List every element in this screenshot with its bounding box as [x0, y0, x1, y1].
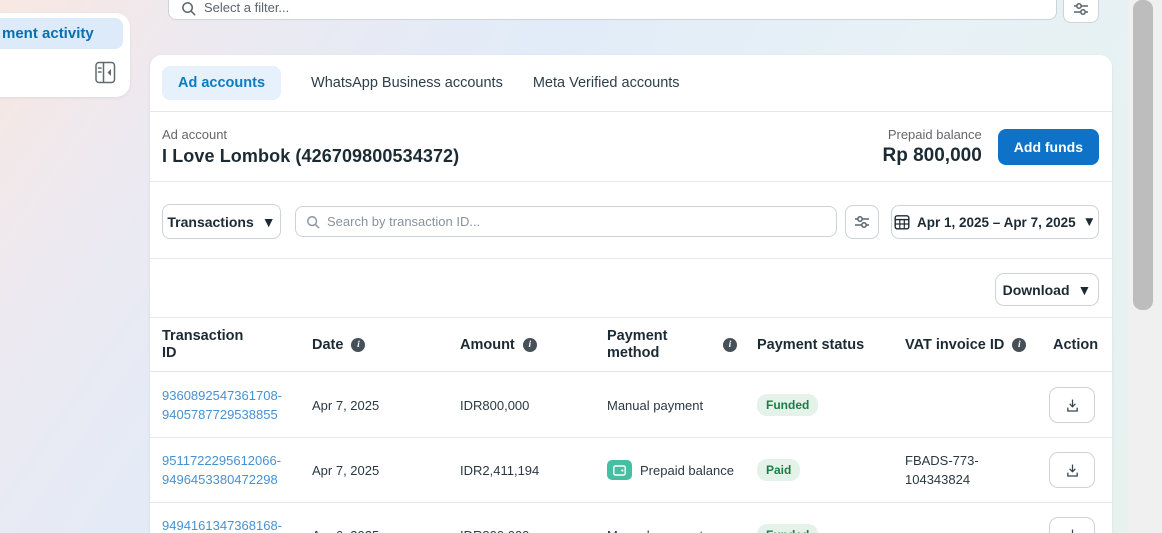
table-toolbar: Download ▼: [150, 260, 1112, 318]
tab-whatsapp-business-accounts[interactable]: WhatsApp Business accounts: [311, 75, 503, 91]
column-header-payment-method: Payment methodi: [607, 328, 757, 362]
status-badge: Funded: [757, 394, 818, 416]
ad-account-name: I Love Lombok (426709800534372): [162, 146, 459, 167]
search-icon: [181, 1, 196, 16]
column-header-date: Datei: [312, 337, 460, 354]
date-range-label: Apr 1, 2025 – Apr 7, 2025: [917, 215, 1076, 230]
transaction-date: Apr 7, 2025: [312, 463, 460, 478]
add-funds-button[interactable]: Add funds: [998, 129, 1099, 165]
payment-status: Paid: [757, 459, 905, 481]
prepaid-balance-icon: [607, 460, 632, 480]
account-type-tabs: Ad accounts WhatsApp Business accounts M…: [150, 55, 1112, 112]
prepaid-balance-value: Rp 800,000: [882, 145, 981, 167]
scrollbar-thumb[interactable]: [1133, 0, 1153, 310]
transaction-amount: IDR800,000: [460, 398, 607, 413]
download-icon: [1064, 527, 1081, 533]
status-badge: Paid: [757, 459, 800, 481]
chevron-down-icon: ▼: [1083, 215, 1096, 229]
transaction-date: Apr 7, 2025: [312, 398, 460, 413]
download-icon: [1064, 397, 1081, 414]
chevron-down-icon: ▼: [1078, 283, 1092, 297]
transaction-amount: IDR2,411,194: [460, 463, 607, 478]
tab-ad-accounts[interactable]: Ad accounts: [162, 66, 281, 100]
info-icon[interactable]: i: [1012, 338, 1026, 352]
info-icon[interactable]: i: [723, 338, 737, 352]
sidebar-item-payment-activity[interactable]: ment activity: [0, 18, 123, 49]
transaction-search-box[interactable]: [295, 206, 837, 237]
date-range-picker[interactable]: Apr 1, 2025 – Apr 7, 2025 ▼: [891, 205, 1099, 239]
sliders-icon: [1073, 2, 1089, 16]
download-invoice-button[interactable]: [1049, 452, 1095, 488]
column-header-payment-status: Payment status: [757, 337, 905, 354]
table-row: 9511722295612066- 9496453380472298 Apr 7…: [150, 438, 1112, 503]
payment-status: Funded: [757, 394, 905, 416]
download-icon: [1064, 462, 1081, 479]
table-header-row: Transaction ID Datei Amounti Payment met…: [150, 319, 1112, 372]
payment-method: Manual payment: [607, 398, 757, 413]
sidebar-panel: ment activity: [0, 13, 130, 97]
table-row: 9494161347368168- Apr 6, 2025 IDR800,000…: [150, 503, 1112, 533]
payment-activity-card: Ad accounts WhatsApp Business accounts M…: [150, 55, 1112, 533]
info-icon[interactable]: i: [523, 338, 537, 352]
sidebar-item-label: ment activity: [2, 25, 94, 42]
info-icon[interactable]: i: [351, 338, 365, 352]
ad-account-label: Ad account: [162, 127, 459, 142]
search-icon: [306, 215, 320, 229]
collapse-sidebar-icon: [95, 61, 116, 84]
column-header-amount: Amounti: [460, 337, 607, 354]
payment-method: Manual payment: [607, 528, 757, 533]
calendar-icon: [894, 214, 910, 230]
filter-options-button[interactable]: [1063, 0, 1099, 23]
prepaid-balance-label: Prepaid balance: [882, 127, 981, 142]
status-badge: Funded: [757, 524, 818, 533]
transactions-filter-row: Transactions ▼: [150, 183, 1112, 259]
payment-status: Funded: [757, 524, 905, 533]
transactions-type-dropdown[interactable]: Transactions ▼: [162, 204, 281, 239]
download-invoice-button[interactable]: [1049, 387, 1095, 423]
vat-invoice-id: FBADS-773-104343824: [905, 451, 1053, 489]
download-invoice-button[interactable]: [1049, 517, 1095, 533]
payment-method: Prepaid balance: [607, 460, 757, 480]
table-body: 9360892547361708- 9405787729538855 Apr 7…: [150, 373, 1112, 533]
column-header-vat-invoice-id: VAT invoice IDi: [905, 337, 1053, 354]
column-header-action: Action: [1053, 337, 1100, 354]
transaction-id-link[interactable]: 9511722295612066- 9496453380472298: [162, 451, 312, 489]
filter-select-input[interactable]: [204, 0, 1044, 16]
collapse-sidebar-button[interactable]: [94, 61, 116, 85]
table-row: 9360892547361708- 9405787729538855 Apr 7…: [150, 373, 1112, 438]
transaction-amount: IDR800,000: [460, 528, 607, 533]
chevron-down-icon: ▼: [262, 215, 276, 229]
global-filter-bar[interactable]: [168, 0, 1057, 20]
download-label: Download: [1003, 282, 1070, 298]
account-header: Ad account I Love Lombok (42670980053437…: [150, 113, 1112, 182]
advanced-filters-button[interactable]: [845, 205, 879, 239]
transaction-search-input[interactable]: [327, 214, 826, 229]
download-button[interactable]: Download ▼: [995, 273, 1099, 306]
sliders-icon: [854, 215, 870, 229]
column-header-transaction-id: Transaction ID: [162, 328, 312, 362]
transaction-id-link[interactable]: 9494161347368168-: [162, 516, 312, 533]
transaction-date: Apr 6, 2025: [312, 528, 460, 533]
transaction-id-link[interactable]: 9360892547361708- 9405787729538855: [162, 386, 312, 424]
tab-meta-verified-accounts[interactable]: Meta Verified accounts: [533, 75, 680, 91]
transactions-dropdown-label: Transactions: [167, 214, 253, 230]
